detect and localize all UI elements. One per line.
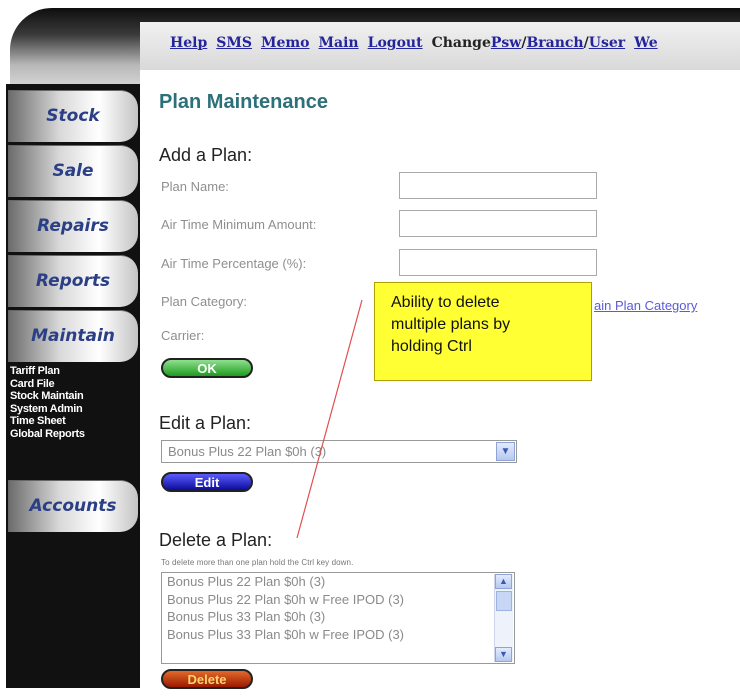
- annotation-callout: Ability to delete multiple plans by hold…: [374, 282, 592, 381]
- air-time-pct-input[interactable]: [399, 249, 597, 276]
- list-item[interactable]: Bonus Plus 33 Plan $0h (3): [162, 608, 514, 626]
- carrier-label: Carrier:: [161, 328, 205, 343]
- change-label: Change: [431, 35, 491, 51]
- sms-link[interactable]: SMS: [216, 35, 252, 51]
- scroll-up-icon[interactable]: ▲: [495, 574, 512, 589]
- maintain-plan-category-link[interactable]: ain Plan Category: [594, 298, 697, 313]
- callout-line: multiple plans by: [391, 316, 511, 333]
- list-item[interactable]: Bonus Plus 22 Plan $0h w Free IPOD (3): [162, 591, 514, 609]
- change-branch-link[interactable]: Branch: [526, 35, 583, 51]
- list-item[interactable]: Bonus Plus 33 Plan $0h w Free IPOD (3): [162, 626, 514, 644]
- add-plan-heading: Add a Plan:: [159, 145, 253, 165]
- nav-sale-button[interactable]: Sale: [8, 145, 138, 197]
- delete-button[interactable]: Delete: [161, 669, 253, 689]
- help-link[interactable]: Help: [170, 35, 207, 51]
- chevron-down-icon[interactable]: ▼: [496, 442, 515, 461]
- submenu-system-admin[interactable]: System Admin: [10, 403, 130, 416]
- callout-line: holding Ctrl: [391, 338, 472, 355]
- submenu-card-file[interactable]: Card File: [10, 378, 130, 391]
- list-item[interactable]: Bonus Plus 22 Plan $0h (3): [162, 573, 514, 591]
- nav-repairs-button[interactable]: Repairs: [8, 200, 138, 252]
- listbox-scrollbar[interactable]: ▲ ▼: [494, 574, 513, 662]
- memo-link[interactable]: Memo: [261, 35, 310, 51]
- change-user-link[interactable]: User: [589, 35, 625, 51]
- edit-plan-heading: Edit a Plan:: [159, 413, 252, 433]
- air-time-min-input[interactable]: [399, 210, 597, 237]
- top-nav: Help SMS Memo Main Logout ChangePsw/Branch/Us…: [170, 35, 658, 51]
- nav-reports-button[interactable]: Reports: [8, 255, 138, 307]
- plan-name-label: Plan Name:: [161, 179, 229, 194]
- submenu-time-sheet[interactable]: Time Sheet: [10, 415, 130, 428]
- logout-link[interactable]: Logout: [368, 35, 423, 51]
- nav-stock-button[interactable]: Stock: [8, 90, 138, 142]
- main-link[interactable]: Main: [319, 35, 359, 51]
- delete-plan-listbox[interactable]: Bonus Plus 22 Plan $0h (3) Bonus Plus 22…: [161, 572, 515, 664]
- callout-line: Ability to delete: [391, 294, 500, 311]
- air-time-min-label: Air Time Minimum Amount:: [161, 217, 317, 232]
- scroll-thumb[interactable]: [496, 591, 512, 611]
- submenu-stock-maintain[interactable]: Stock Maintain: [10, 390, 130, 403]
- maintain-submenu: Tariff Plan Card File Stock Maintain Sys…: [10, 365, 130, 440]
- nav-maintain-button[interactable]: Maintain: [8, 310, 138, 362]
- ok-button[interactable]: OK: [161, 358, 253, 378]
- change-password-link[interactable]: Psw: [491, 35, 521, 51]
- delete-plan-heading: Delete a Plan:: [159, 530, 273, 550]
- edit-plan-select[interactable]: Bonus Plus 22 Plan $0h (3) ▼: [161, 440, 517, 463]
- submenu-tariff-plan[interactable]: Tariff Plan: [10, 365, 130, 378]
- plan-name-input[interactable]: [399, 172, 597, 199]
- app-frame: Help SMS Memo Main Logout ChangePsw/Branch/Us…: [0, 0, 740, 698]
- edit-plan-selected-value: Bonus Plus 22 Plan $0h (3): [168, 444, 327, 459]
- scroll-down-icon[interactable]: ▼: [495, 647, 512, 662]
- page-title: Plan Maintenance: [159, 91, 328, 113]
- overflow-link[interactable]: We: [634, 35, 658, 51]
- air-time-pct-label: Air Time Percentage (%):: [161, 256, 307, 271]
- plan-category-label: Plan Category:: [161, 294, 247, 309]
- nav-accounts-button[interactable]: Accounts: [8, 480, 138, 532]
- delete-hint: To delete more than one plan hold the Ct…: [161, 558, 354, 567]
- edit-button[interactable]: Edit: [161, 472, 253, 492]
- submenu-global-reports[interactable]: Global Reports: [10, 428, 130, 441]
